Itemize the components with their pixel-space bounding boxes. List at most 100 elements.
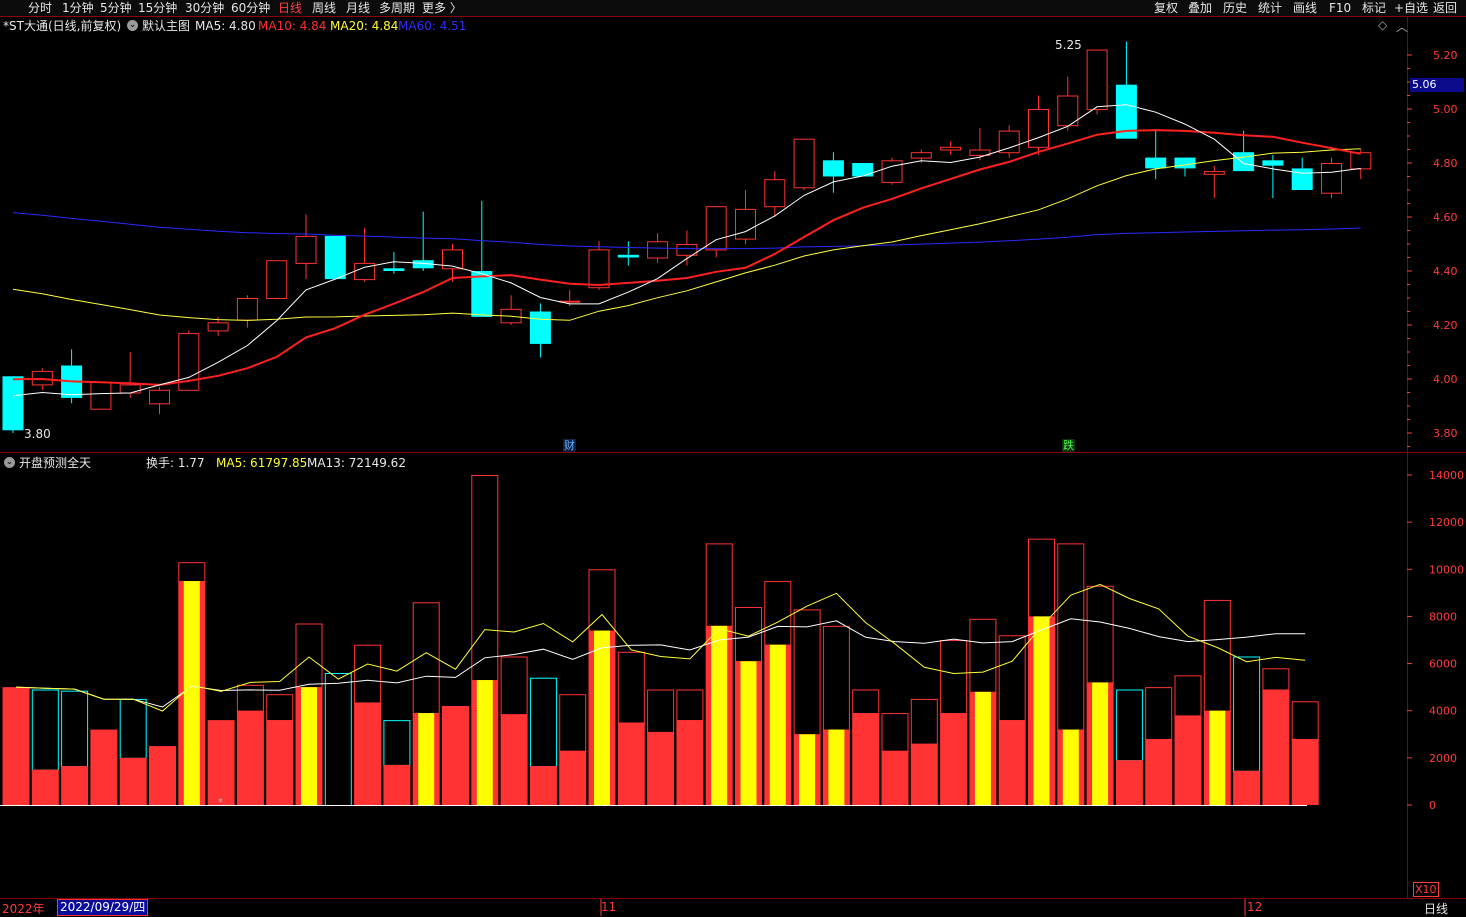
high-price-label: 5.25 <box>1055 38 1082 52</box>
vol-bar-highlight <box>1209 710 1226 805</box>
vol-bar <box>207 720 235 805</box>
candle-body-down <box>1145 157 1167 169</box>
vol-bar-highlight <box>1062 729 1079 805</box>
candle-body-up <box>764 179 786 208</box>
vol-forecast-bar <box>236 684 264 712</box>
candle-body-down <box>1291 168 1313 190</box>
vol-forecast-bar <box>998 635 1026 722</box>
diamond-icon[interactable]: ◇ <box>1378 18 1387 32</box>
vol-bar <box>149 746 176 805</box>
year-label: 2022年 <box>2 902 45 916</box>
vol-forecast-bar <box>1145 687 1173 741</box>
vol-bar <box>1262 689 1290 805</box>
vol-bar-highlight <box>301 687 317 805</box>
cursor-date-label: 2022/09/29/四 <box>57 899 149 916</box>
price-tick-label: 4.60 <box>1433 211 1458 224</box>
vol-bar-highlight <box>974 691 991 805</box>
candle-body-up <box>881 160 903 183</box>
vol-bar <box>998 720 1026 805</box>
candle-body-up <box>910 152 932 159</box>
stock-title: *ST大通(日线,前复权) <box>3 19 122 33</box>
vol-forecast-bar <box>1028 538 1055 618</box>
chevron-down-icon[interactable]: ⌄ <box>127 20 138 31</box>
vol-forecast-bar <box>822 625 850 731</box>
vol-forecast-bar <box>354 644 382 704</box>
vol-tick-label: 8000 <box>1429 610 1457 623</box>
vol-forecast-bar <box>559 694 587 752</box>
vol-forecast-bar <box>910 698 938 745</box>
candle-body-down <box>1174 157 1196 169</box>
vol-bar <box>119 757 147 805</box>
candle-body-up <box>705 206 727 251</box>
vol-ma13-label: MA13: 72149.62 <box>307 456 406 470</box>
candle-body-down <box>529 311 551 344</box>
drop-marker[interactable]: 跌 <box>1062 439 1075 452</box>
vol-ma5-label: MA5: 61797.85 <box>216 456 308 470</box>
vol-bar-highlight <box>740 661 757 805</box>
vol-forecast-bar <box>1174 675 1202 717</box>
price-tick-label: 3.80 <box>1433 427 1458 440</box>
vol-bar-highlight <box>418 713 435 805</box>
vol-bar <box>1145 739 1173 805</box>
price-tick-label: 5.20 <box>1433 49 1458 62</box>
vol-bar-highlight <box>183 581 200 805</box>
turnover-label: 换手: 1.77 <box>146 456 205 470</box>
vol-forecast-bar <box>1291 701 1319 740</box>
candle-body-down <box>383 268 405 271</box>
vol-forecast-bar <box>61 690 89 768</box>
vol-tick-label: 12000 <box>1429 516 1464 529</box>
candle-body-up <box>266 260 288 300</box>
vol-bar-highlight <box>1033 616 1050 805</box>
vol-forecast-bar <box>324 673 352 806</box>
vol-bar <box>910 743 938 805</box>
vol-bar <box>383 764 411 805</box>
vol-bar-highlight <box>476 680 493 805</box>
vol-bar <box>90 729 118 805</box>
vol-forecast-bar <box>764 581 792 646</box>
vol-bar-highlight <box>594 630 610 805</box>
vol-bar <box>500 714 528 805</box>
candle-body-up <box>1028 109 1049 148</box>
vol-bar <box>266 720 294 805</box>
candle-body-down <box>1262 160 1284 166</box>
price-tick-label: 4.40 <box>1433 265 1458 278</box>
candle-body-down <box>822 160 844 177</box>
vol-forecast-bar <box>881 713 909 752</box>
vol-bar <box>61 766 89 805</box>
vol-forecast-bar <box>940 640 968 715</box>
vol-forecast-bar <box>383 720 411 766</box>
vol-bar <box>354 702 382 805</box>
vol-bar-highlight <box>711 625 728 805</box>
ma10-label: MA10: 4.84 <box>258 19 327 33</box>
vol-forecast-bar <box>617 651 645 724</box>
vol-forecast-bar <box>676 689 704 722</box>
candle-body-up <box>735 208 756 240</box>
candle-body-up <box>940 146 962 151</box>
finance-marker[interactable]: 财 <box>563 439 576 452</box>
vol-tick-label: 14000 <box>1429 469 1464 482</box>
candle-body-up <box>207 322 229 332</box>
candle-body-up <box>149 389 170 405</box>
indicator-name[interactable]: 开盘预测全天 <box>19 455 91 471</box>
indicator-menu-icon[interactable]: ⌄ <box>4 457 15 468</box>
vol-bar <box>529 766 557 805</box>
candle-body-up <box>1350 152 1372 170</box>
chevron-up-icon[interactable]: ︿ <box>1396 18 1408 35</box>
vol-bar <box>1291 739 1319 805</box>
vol-tick-label: 10000 <box>1429 563 1464 576</box>
template-selector[interactable]: 默认主图 <box>142 18 190 34</box>
vol-forecast-bar <box>119 698 147 759</box>
vol-bar <box>940 713 968 805</box>
vol-forecast-bar <box>31 689 59 771</box>
vol-bar <box>2 687 30 805</box>
vol-bar <box>676 720 704 805</box>
candle-body-down <box>324 235 346 280</box>
vol-bar-highlight <box>1092 682 1109 805</box>
vol-tick-label: 2000 <box>1429 752 1457 765</box>
vol-forecast-bar <box>647 689 675 733</box>
vol-bar <box>1115 760 1143 805</box>
zoom-badge[interactable]: X10 <box>1413 882 1439 897</box>
vol-forecast-bar <box>178 562 206 583</box>
vol-forecast-bar <box>793 609 821 736</box>
vol-forecast-bar <box>266 694 294 722</box>
